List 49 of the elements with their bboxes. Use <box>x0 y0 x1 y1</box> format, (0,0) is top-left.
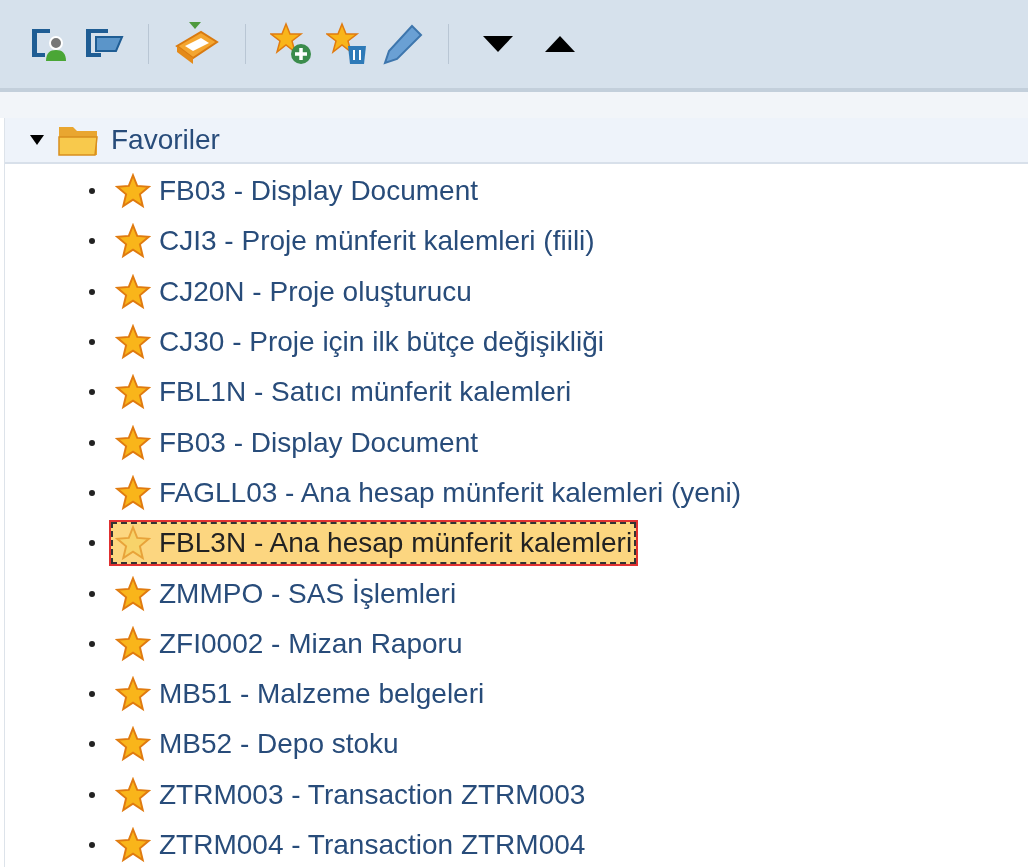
favorite-item[interactable]: FBL3N - Ana hesap münferit kalemleri <box>109 520 639 567</box>
triangle-up-icon[interactable] <box>543 34 577 54</box>
favorite-item[interactable]: ZFI0002 - Mizan Raporu <box>115 620 467 667</box>
star-icon <box>115 173 151 210</box>
favorite-item[interactable]: ZTRM004 - Transaction ZTRM004 <box>115 822 590 867</box>
favorite-item[interactable]: FB03 - Display Document <box>115 168 482 215</box>
bullet-icon <box>89 640 95 647</box>
bullet-icon <box>89 439 95 446</box>
add-favorite-icon[interactable] <box>270 22 314 66</box>
favorite-item[interactable]: FAGLL03 - Ana hesap münferit kalemleri (yeni) <box>115 469 746 516</box>
bullet-icon <box>89 489 95 496</box>
star-icon <box>115 676 151 713</box>
star-icon <box>115 324 151 361</box>
folder-row[interactable]: Favoriler <box>5 118 1028 164</box>
favorite-item[interactable]: CJ30 - Proje için ilk bütçe değişikliği <box>115 319 609 366</box>
favorite-item[interactable]: CJI3 - Proje münferit kalemleri (fiili) <box>115 218 599 265</box>
star-icon <box>115 424 151 461</box>
star-icon <box>115 575 151 612</box>
favorite-item[interactable]: ZTRM003 - Transaction ZTRM003 <box>115 771 590 818</box>
bullet-icon <box>89 590 95 597</box>
bullet-icon <box>89 741 95 748</box>
pencil-icon[interactable] <box>382 23 424 65</box>
favorite-item[interactable]: FBL1N - Satıcı münferit kalemleri <box>115 369 576 416</box>
star-icon <box>115 223 151 260</box>
bullet-icon <box>89 540 95 547</box>
star-icon <box>115 776 151 813</box>
star-icon <box>115 726 151 763</box>
favorite-item[interactable]: FB03 - Display Document <box>115 419 482 466</box>
favorite-item[interactable]: CJ20N - Proje oluşturucu <box>115 268 476 315</box>
bullet-icon <box>89 389 95 396</box>
star-icon <box>115 827 151 863</box>
bullet-icon <box>89 842 95 848</box>
bullet-icon <box>89 288 95 295</box>
star-icon <box>115 625 151 662</box>
bullet-icon <box>89 791 95 798</box>
bullet-icon <box>89 238 95 245</box>
favorite-item[interactable]: MB51 - Malzeme belgeleri <box>115 671 489 718</box>
star-icon <box>115 525 151 562</box>
bullet-icon <box>89 339 95 346</box>
bullet-icon <box>89 691 95 698</box>
favorite-item[interactable]: MB52 - Depo stoku <box>115 721 403 768</box>
star-icon <box>115 374 151 411</box>
expand-caret-icon[interactable] <box>29 134 45 146</box>
folder-label: Favoriler <box>111 123 220 157</box>
triangle-down-icon[interactable] <box>481 34 515 54</box>
bullet-icon <box>89 188 95 195</box>
star-icon <box>115 273 151 310</box>
star-icon <box>115 474 151 511</box>
favorite-item[interactable]: ZMMPO - SAS İşlemleri <box>115 570 461 617</box>
